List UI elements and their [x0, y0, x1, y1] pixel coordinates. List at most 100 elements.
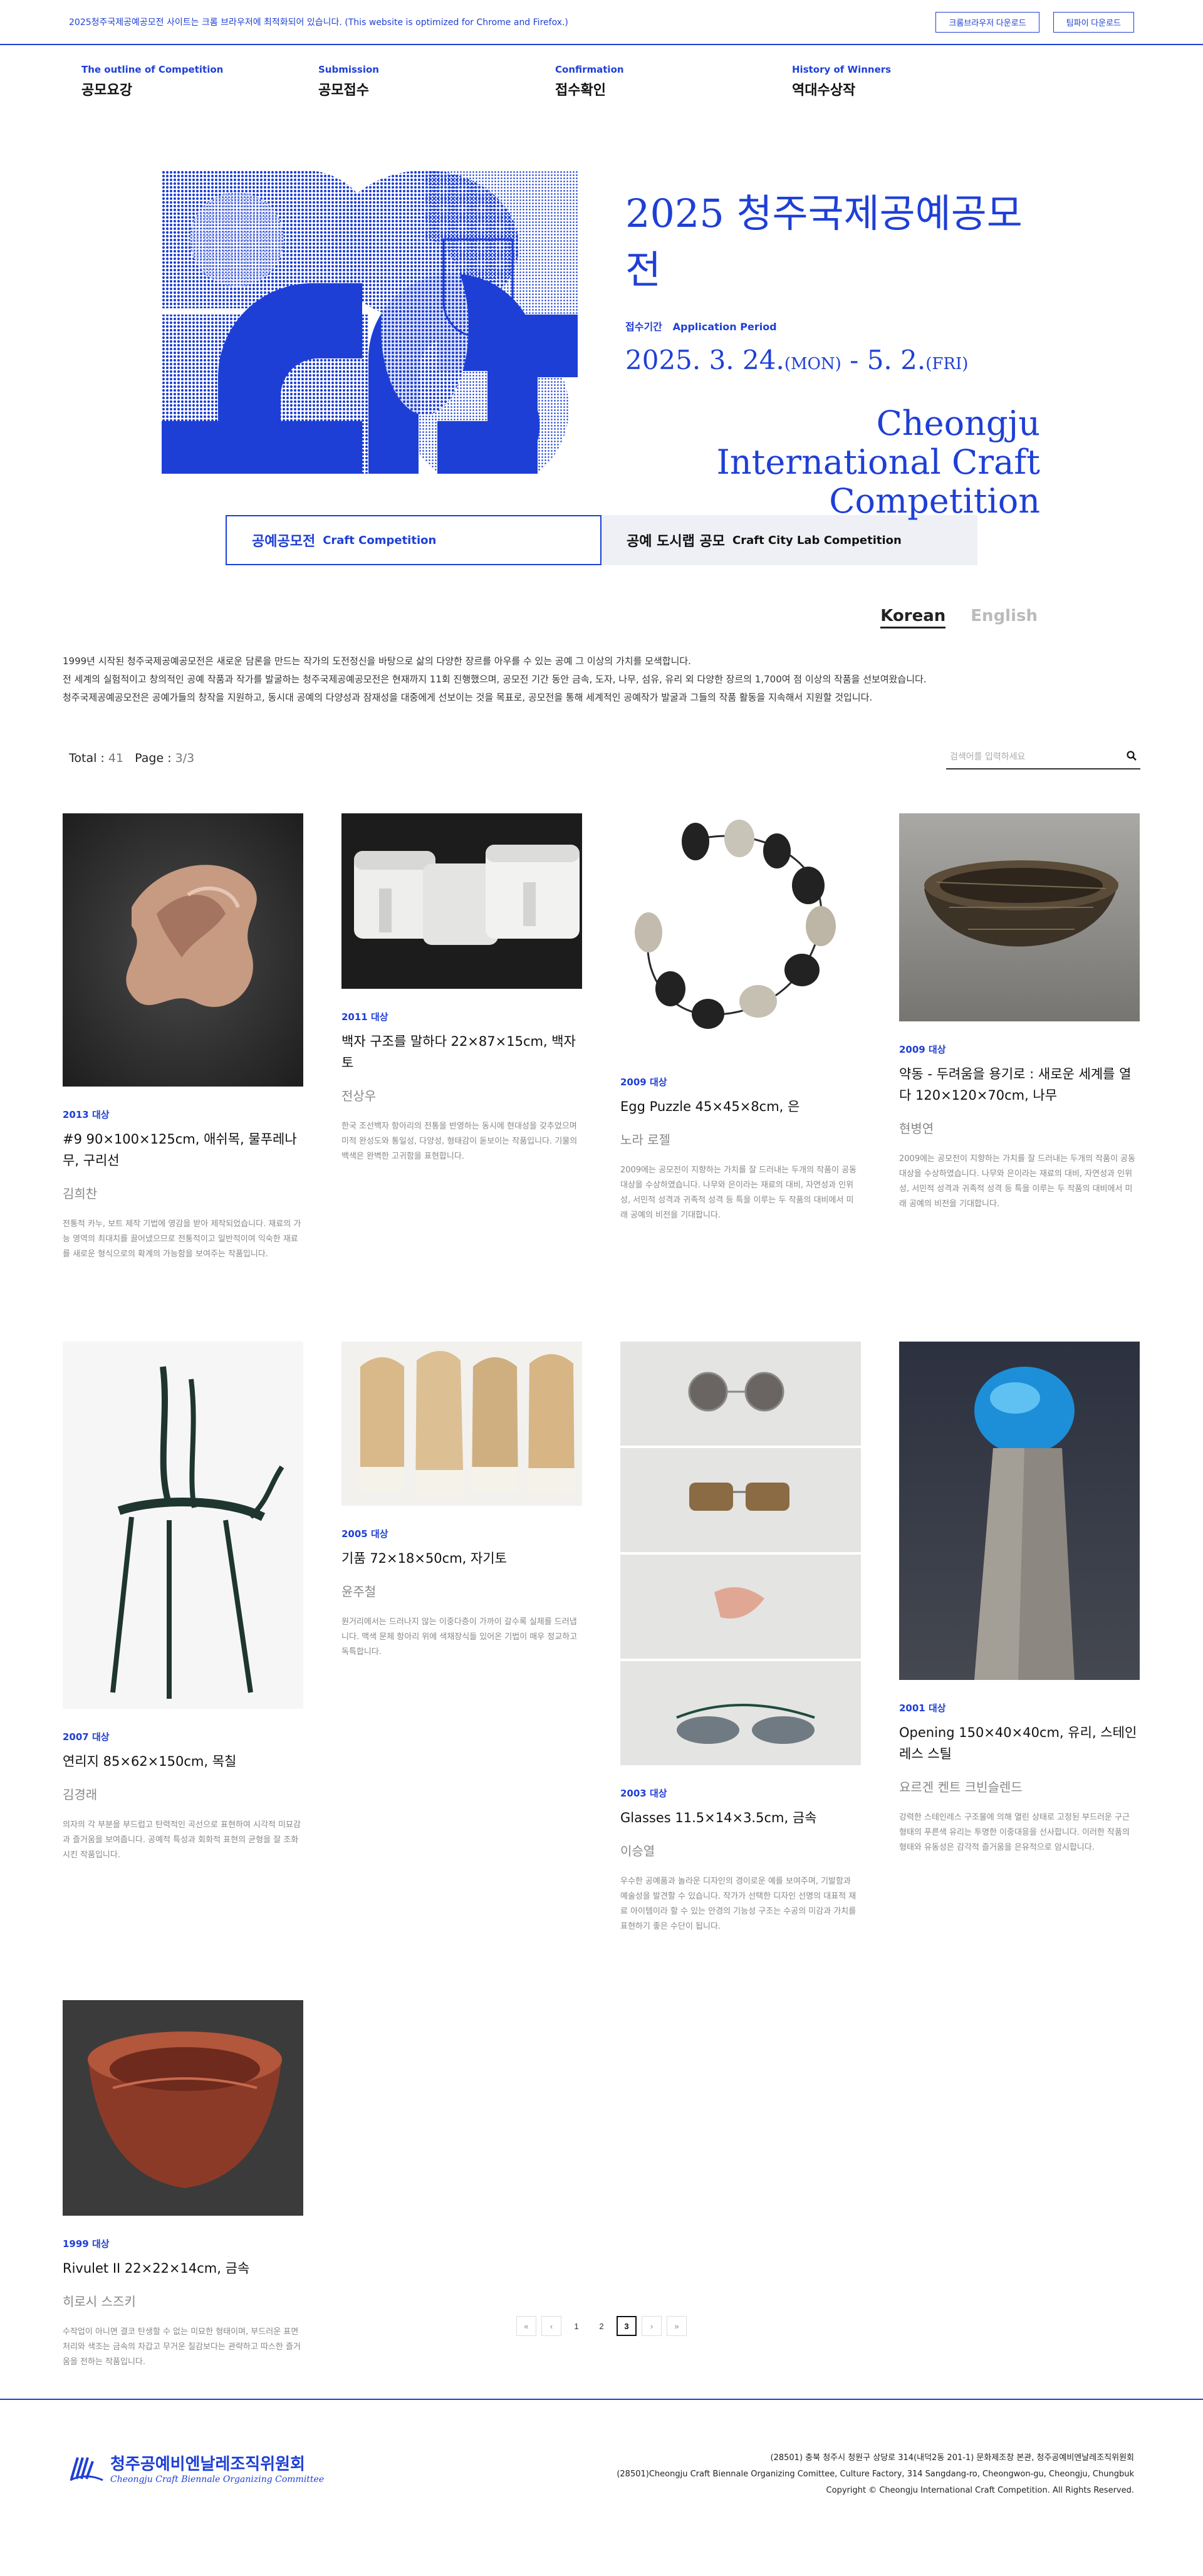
browser-notice: 2025청주국제공예공모전 사이트는 크롬 브라우저에 최적화되어 있습니다. …	[69, 18, 568, 28]
tab-craft-city-lab[interactable]: 공예 도시랩 공모 Craft City Lab Competition	[602, 515, 977, 565]
work-description: 전통적 카누, 보트 제작 기법에 영감을 받아 제작되었습니다. 재료의 가능…	[63, 1219, 301, 1259]
language-korean[interactable]: Korean	[880, 607, 946, 628]
work-image	[63, 2000, 303, 2216]
work-title: #9 90×100×125cm, 애쉬목, 물푸레나무, 구리선	[63, 1132, 297, 1168]
competition-name-line: International Craft	[716, 442, 1040, 482]
work-title: Rivulet II 22×22×14cm, 금속	[63, 2261, 250, 2276]
page-3-button[interactable]: 3	[617, 2316, 637, 2336]
nav-item-ko-label: 공모접수	[318, 83, 369, 98]
work-card[interactable]: 2007 대상 연리지 85×62×150cm, 목칠 김경래 의자의 각 부분…	[63, 1342, 303, 1863]
search-icon[interactable]	[1127, 751, 1137, 763]
artist-name: 요르겐 켄트 크빈슬렌드	[899, 1780, 1023, 1795]
next-page-button[interactable]: ›	[642, 2316, 662, 2336]
work-image	[63, 1342, 303, 1709]
nav-item-en-label: The outline of Competition	[81, 64, 224, 75]
chrome-download-button[interactable]: 크롬브라우저 다운로드	[935, 11, 1039, 33]
hero-text: 2025 청주국제공예공모전 접수기간 Application Period 2…	[625, 182, 1040, 521]
artist-name: 윤주철	[341, 1584, 377, 1599]
pagination: « ‹ 1 2 3 › »	[0, 2316, 1203, 2336]
work-description: 의자의 각 부분을 부드럽고 탄력적인 곡선으로 표현하여 시각적 미묘감과 즐…	[63, 1820, 301, 1860]
work-title: 기품 72×18×50cm, 자기토	[341, 1551, 507, 1566]
intro-paragraph: 전 세계의 실험적이고 창의적인 공예 작품과 작가를 발굴하는 청주국제공예공…	[63, 674, 927, 685]
artist-name: 현병연	[899, 1121, 934, 1136]
tab-craft-competition[interactable]: 공예공모전 Craft Competition	[226, 515, 602, 565]
nav-item-confirmation[interactable]: Confirmation 접수확인	[555, 64, 792, 139]
period-label: 접수기간 Application Period	[625, 318, 1040, 333]
date-separator: -	[841, 345, 867, 375]
copyright: Copyright © Cheongju International Craft…	[826, 2486, 1134, 2495]
works-grid: 2013 대상 #9 90×100×125cm, 애쉬목, 물푸레나무, 구리선…	[0, 769, 1203, 2399]
page-2-button[interactable]: 2	[591, 2316, 612, 2336]
address-en: (28501)Cheongju Craft Biennale Organizin…	[617, 2469, 1134, 2479]
award-year: 1999 대상	[63, 2238, 110, 2250]
work-description: 원거리에서는 드러나지 않는 이중다층이 가까이 갈수록 실체를 드러냅니다. …	[341, 1617, 578, 1657]
work-card[interactable]: 2013 대상 #9 90×100×125cm, 애쉬목, 물푸레나무, 구리선…	[63, 813, 303, 1262]
tab-label-en: Craft Competition	[323, 533, 437, 547]
prev-page-button[interactable]: ‹	[541, 2316, 561, 2336]
work-card[interactable]: 2009 대상 Egg Puzzle 45×45×8cm, 은 노라 로젤 20…	[620, 813, 861, 1223]
artist-name: 김경래	[63, 1787, 98, 1802]
total-label: Total :	[69, 751, 108, 765]
work-image	[341, 1342, 582, 1506]
tab-label-ko: 공예공모전	[252, 534, 316, 550]
firefox-download-button[interactable]: 팀파이 다운로드	[1053, 11, 1134, 33]
work-description: 강력한 스테인레스 구조물에 의해 열린 상태로 고정된 부드러운 구근 형태의…	[899, 1813, 1130, 1852]
page-1-button[interactable]: 1	[566, 2316, 586, 2336]
artist-name: 히로시 스즈키	[63, 2294, 136, 2309]
award-year: 2003 대상	[620, 1788, 667, 1799]
end-day: (FRI)	[925, 355, 969, 373]
page-indicator: 3/3	[175, 751, 195, 765]
work-title: 약동 - 두려움을 용기로 : 새로운 세계를 열다 120×120×70cm,…	[899, 1066, 1132, 1103]
intro-paragraph: 청주국제공예공모전은 공예가들의 창작을 지원하고, 동시대 공예의 다양성과 …	[63, 692, 873, 703]
work-card[interactable]: 2005 대상 기품 72×18×50cm, 자기토 윤주철 원거리에서는 드러…	[341, 1342, 582, 1660]
nav-item-history[interactable]: History of Winners 역대수상작	[792, 64, 1029, 139]
language-english[interactable]: English	[971, 607, 1038, 628]
address-ko: (28501) 충북 청주시 청원구 상당로 314(내덕2동 201-1) 문…	[770, 2453, 1134, 2463]
competition-title: 2025 청주국제공예공모전	[625, 190, 1023, 293]
intro-text: 1999년 시작된 청주국제공예공모전은 새로운 담론을 만드는 작가의 도전정…	[0, 628, 1203, 707]
start-day: (MON)	[784, 355, 841, 373]
organization-logo[interactable]: 청주공예비엔날레조직위원회 Cheongju Craft Biennale Or…	[69, 2451, 324, 2485]
first-page-button[interactable]: «	[516, 2316, 536, 2336]
work-title: Opening 150×40×40cm, 유리, 스테인레스 스틸	[899, 1725, 1137, 1761]
artist-name: 전상우	[341, 1088, 377, 1103]
main-nav: The outline of Competition 공모요강 Submissi…	[0, 45, 1203, 139]
tab-label-en: Craft City Lab Competition	[732, 533, 902, 547]
result-count: Total : 41 Page : 3/3	[69, 751, 194, 765]
work-description: 한국 조선백자 항아리의 전통을 반영하는 동시에 현대성을 갖추었으며 미적 …	[341, 1122, 578, 1161]
work-card[interactable]: 2003 대상 Glasses 11.5×14×3.5cm, 금속 이승열 우수…	[620, 1342, 861, 1934]
work-card[interactable]: 2011 대상 백자 구조를 말하다 22×87×15cm, 백자토 전상우 한…	[341, 813, 582, 1164]
award-year: 2007 대상	[63, 1731, 110, 1743]
work-image	[620, 813, 861, 1054]
work-description: 2009에는 공모전이 지향하는 가치를 잘 드러내는 두개의 작품이 공동 대…	[620, 1165, 857, 1220]
top-bar: 2025청주국제공예공모전 사이트는 크롬 브라우저에 최적화되어 있습니다. …	[0, 0, 1203, 45]
work-description: 우수한 공예품과 놀라운 디자인의 경이로운 예를 보여주며, 기발함과 예술성…	[620, 1877, 857, 1931]
work-card[interactable]: 2009 대상 약동 - 두려움을 용기로 : 새로운 세계를 열다 120×1…	[899, 813, 1140, 1212]
end-date: 5. 2.	[867, 345, 926, 375]
nav-item-en-label: Submission	[318, 64, 379, 75]
nav-item-submission[interactable]: Submission 공모접수	[318, 64, 555, 139]
organization-name-en: Cheongju Craft Biennale Organizing Commi…	[110, 2474, 325, 2485]
nav-item-ko-label: 접수확인	[555, 83, 606, 98]
hero-2025-graphic	[162, 170, 578, 474]
artist-name: 이승열	[620, 1843, 655, 1859]
last-page-button[interactable]: »	[667, 2316, 687, 2336]
nav-item-outline[interactable]: The outline of Competition 공모요강	[81, 64, 318, 139]
award-year: 2013 대상	[63, 1109, 110, 1120]
competition-tabs: 공예공모전 Craft Competition 공예 도시랩 공모 Craft …	[0, 515, 1203, 565]
work-card[interactable]: 1999 대상 Rivulet II 22×22×14cm, 금속 히로시 스즈…	[63, 2000, 303, 2370]
biennale-logo-icon	[70, 2456, 103, 2481]
competition-name-en: Cheongju International Craft Competition	[625, 404, 1040, 521]
artist-name: 노라 로젤	[620, 1132, 670, 1147]
search-input[interactable]	[950, 752, 1107, 762]
work-card[interactable]: 2001 대상 Opening 150×40×40cm, 유리, 스테인레스 스…	[899, 1342, 1140, 1855]
start-date: 2025. 3. 24.	[625, 345, 784, 375]
artist-name: 김희찬	[63, 1186, 98, 1201]
organization-name-ko: 청주공예비엔날레조직위원회	[110, 2455, 305, 2474]
intro-paragraph: 1999년 시작된 청주국제공예공모전은 새로운 담론을 만드는 작가의 도전정…	[63, 655, 691, 667]
footer-address: (28501) 충북 청주시 청원구 상당로 314(내덕2동 201-1) 문…	[617, 2450, 1134, 2499]
page-label: Page :	[135, 751, 175, 765]
period-label-ko: 접수기간	[625, 321, 662, 333]
nav-item-ko-label: 역대수상작	[792, 83, 856, 98]
download-buttons: 크롬브라우저 다운로드 팀파이 다운로드	[935, 11, 1134, 33]
